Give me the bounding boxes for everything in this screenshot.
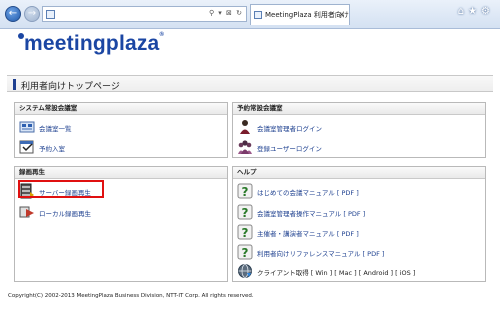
- panel-reserved-room: 予約常設会議室 会議室管理者ログイン 登録ユーザーログイン: [232, 102, 486, 158]
- search-icon[interactable]: ⚲ ▾ ⊠ ↻: [209, 9, 243, 17]
- address-bar[interactable]: ⚲ ▾ ⊠ ↻: [42, 6, 247, 22]
- link-label: クライアント取得 [ Win ] [ Mac ] [ Android ] [ i…: [257, 269, 416, 277]
- toolbar-icons[interactable]: ⌂★⚙: [458, 6, 494, 17]
- back-icon[interactable]: ←: [5, 6, 21, 22]
- panel-heading: ヘルプ: [233, 167, 485, 179]
- help-icon: ?: [237, 204, 253, 220]
- link-label: 会議室管理者ログイン: [257, 125, 322, 133]
- logo: meetingplaza®: [24, 32, 165, 55]
- link-label: 登録ユーザーログイン: [257, 145, 322, 153]
- panel-heading: 予約常設会議室: [233, 103, 485, 115]
- link-label: 会議室一覧: [39, 125, 72, 133]
- page-title-bar: 利用者向けトップページ: [7, 75, 493, 92]
- users-icon: [238, 140, 252, 154]
- highlight-box: [18, 180, 104, 198]
- link-label: ローカル録画再生: [39, 210, 91, 218]
- svg-text:?: ?: [242, 246, 249, 260]
- link-label: 予約入室: [39, 145, 65, 153]
- page-title: 利用者向けトップページ: [21, 82, 120, 92]
- panel-heading: システム常設会議室: [15, 103, 227, 115]
- admin-user-icon: [240, 120, 250, 134]
- local-playback-icon: [19, 206, 34, 218]
- page-icon: [46, 10, 55, 19]
- calendar-icon: [19, 140, 34, 154]
- link-label: 利用者向けリファレンスマニュアル [ PDF ]: [257, 250, 385, 258]
- room-list-icon: [19, 121, 35, 133]
- svg-text:?: ?: [242, 185, 249, 199]
- help-icon: ?: [237, 244, 253, 260]
- download-globe-icon: [238, 264, 252, 278]
- title-marker: [13, 79, 16, 90]
- panel-help: ヘルプ ? はじめての会議マニュアル [ PDF ] ? 会議室管理者操作マニュ…: [232, 166, 486, 282]
- panel-system-room: システム常設会議室 会議室一覧 予約入室: [14, 102, 228, 158]
- help-icon: ?: [237, 183, 253, 199]
- help-icon: ?: [237, 224, 253, 240]
- browser-toolbar: ← → ⚲ ▾ ⊠ ↻ MeetingPlaza 利用者向け... × ⌂★⚙: [0, 0, 500, 29]
- link-label: 会議室管理者操作マニュアル [ PDF ]: [257, 210, 366, 218]
- svg-text:?: ?: [242, 206, 249, 220]
- forward-icon[interactable]: →: [24, 6, 40, 22]
- close-icon[interactable]: ×: [338, 5, 345, 25]
- tab-meetingplaza[interactable]: MeetingPlaza 利用者向け... ×: [250, 4, 350, 25]
- tab-page-icon: [254, 11, 262, 19]
- link-label: 主催者・講演者マニュアル [ PDF ]: [257, 230, 359, 238]
- panel-heading: 録画再生: [15, 167, 227, 179]
- tab-title: MeetingPlaza 利用者向け...: [265, 11, 350, 19]
- svg-text:?: ?: [242, 226, 249, 240]
- link-label: はじめての会議マニュアル [ PDF ]: [257, 189, 359, 197]
- copyright-footer: Copyright(C) 2002-2013 MeetingPlaza Busi…: [8, 293, 254, 299]
